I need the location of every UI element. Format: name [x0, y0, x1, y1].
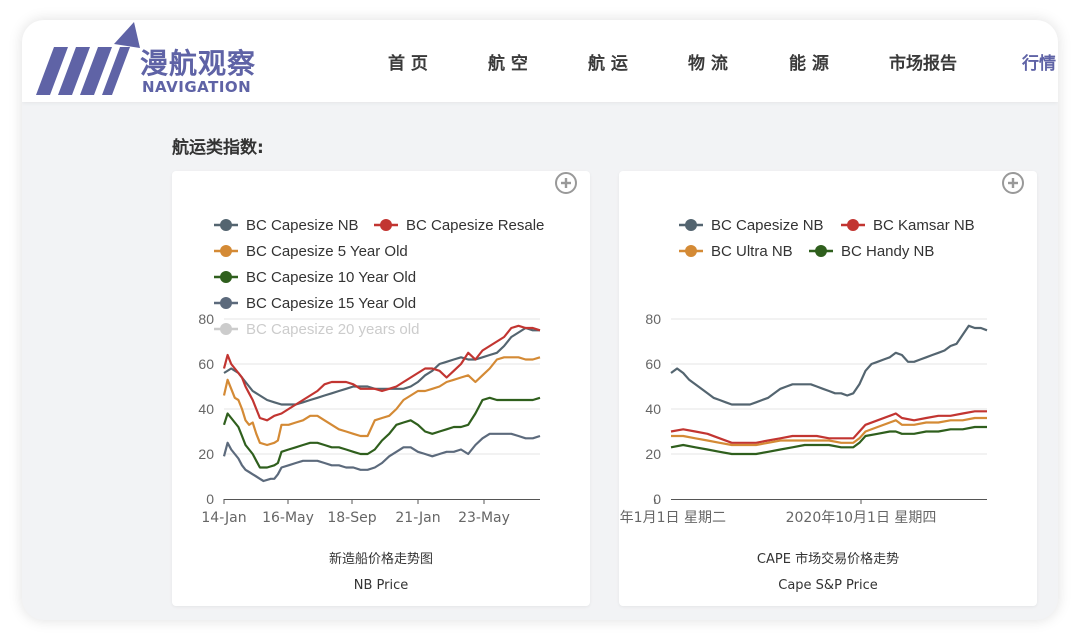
nav-shipping[interactable]: 航 运 [588, 49, 628, 74]
legend-marker-dot [220, 323, 232, 335]
cape-sp-price-chart-card: 0 20 40 60 80 2019年1月1日 星期二 2020年10月1日 星期四 BC C… [619, 171, 1037, 606]
legend-label: BC Capesize Resale [406, 217, 544, 234]
y-tick-label: 80 [198, 311, 214, 327]
y-tick-label: 0 [206, 491, 214, 507]
legend-marker-dot [220, 297, 232, 309]
chart-caption-en: NB Price [353, 578, 409, 593]
legend-label: BC Capesize NB [711, 217, 824, 234]
y-tick-label: 80 [645, 311, 661, 327]
y-tick-label: 40 [198, 401, 214, 417]
x-tick-label: 21-Jan [395, 510, 440, 526]
nav-market-report[interactable]: 市场报告 [889, 49, 957, 74]
chart-caption-cn: 新造船价格走势图 [328, 552, 433, 567]
x-tick-label: 16-May [262, 510, 314, 526]
series-line [222, 396, 541, 469]
nav-energy[interactable]: 能 源 [789, 49, 829, 74]
nav-market-quotes[interactable]: 行情 [1022, 49, 1056, 74]
browser-frame: 漫航观察 NAVIGATION 首 页 航 空 航 运 物 流 能 源 市场报告… [22, 20, 1058, 620]
legend-label: BC Capesize 20 years old [246, 321, 419, 338]
x-tick-label: 23-May [458, 510, 510, 526]
legend-marker-dot [685, 219, 697, 231]
y-tick-label: 20 [645, 446, 661, 462]
chart-caption-cn: CAPE 市场交易价格走势 [756, 552, 900, 567]
top-navigation-bar: 漫航观察 NAVIGATION 首 页 航 空 航 运 物 流 能 源 市场报告… [22, 20, 1058, 102]
legend-marker-dot [220, 245, 232, 257]
y-tick-label: 60 [198, 356, 214, 372]
x-tick-label: 2019年1月1日 星期二 [619, 510, 726, 526]
navigation-logo-icon[interactable] [34, 22, 144, 100]
legend-label: BC Capesize NB [246, 217, 359, 234]
legend-label: BC Capesize 10 Year Old [246, 269, 416, 286]
legend-label: BC Kamsar NB [873, 217, 975, 234]
y-tick-label: 40 [645, 401, 661, 417]
section-title: 航运类指数: [172, 138, 264, 158]
legend-marker-dot [220, 271, 232, 283]
legend-marker-dot [815, 245, 827, 257]
series-line [670, 324, 988, 406]
nb-price-chart: 0 20 40 60 80 14-Jan 16-May 18-Sep 21-Jan 23-May B… [198, 217, 544, 526]
legend-marker-dot [847, 219, 859, 231]
legend-marker-dot [380, 219, 392, 231]
legend-marker-dot [220, 219, 232, 231]
cape-sp-price-chart: 0 20 40 60 80 2019年1月1日 星期二 2020年10月1日 星期四 BC C… [619, 217, 988, 526]
nav-home[interactable]: 首 页 [388, 49, 428, 74]
chart-caption-en: Cape S&P Price [778, 578, 878, 593]
brand-name-cn: 漫航观察 [140, 47, 257, 80]
legend-label: BC Ultra NB [711, 243, 793, 260]
nav-aviation[interactable]: 航 空 [488, 49, 528, 74]
legend-marker-dot [685, 245, 697, 257]
legend-label: BC Handy NB [841, 243, 934, 260]
plus-circle-icon[interactable] [554, 171, 578, 195]
x-tick-label: 18-Sep [327, 510, 376, 526]
legend-label: BC Capesize 15 Year Old [246, 295, 416, 312]
brand-name-en: NAVIGATION [142, 78, 252, 96]
series-line [222, 324, 541, 422]
y-tick-label: 0 [653, 491, 661, 507]
series-line [670, 410, 987, 444]
nav-logistics[interactable]: 物 流 [688, 49, 728, 74]
y-tick-label: 60 [645, 356, 661, 372]
plus-circle-icon[interactable] [1001, 171, 1025, 195]
nb-price-chart-card: 0 20 40 60 80 14-Jan 16-May 18-Sep 21-Jan 23-May B… [172, 171, 590, 606]
y-tick-label: 20 [198, 446, 214, 462]
x-tick-label: 2020年10月1日 星期四 [786, 510, 937, 526]
legend-label: BC Capesize 5 Year Old [246, 243, 408, 260]
x-tick-label: 14-Jan [201, 510, 246, 526]
